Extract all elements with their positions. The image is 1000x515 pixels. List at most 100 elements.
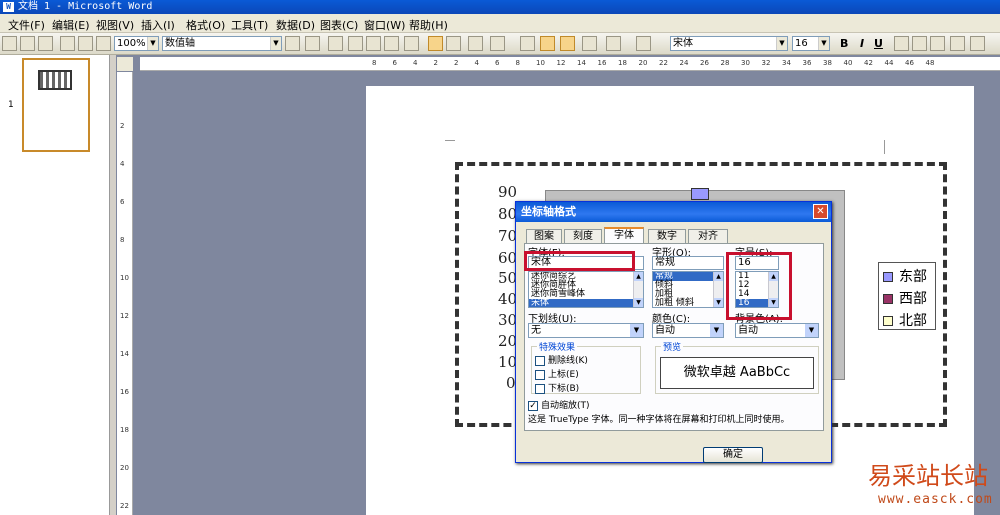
ruler-tick: 48 xyxy=(925,59,935,67)
dialog-title[interactable]: 坐标轴格式 xyxy=(516,202,831,222)
tab-number[interactable]: 数字 xyxy=(648,229,686,243)
menu-view[interactable]: 视图(V) xyxy=(96,17,134,33)
menu-window[interactable]: 窗口(W) xyxy=(364,17,405,33)
page-thumbnail[interactable] xyxy=(22,58,90,152)
format-selection-icon[interactable] xyxy=(285,36,300,51)
ruler-tick: 16 xyxy=(597,59,607,67)
help-icon[interactable] xyxy=(636,36,651,51)
legend-swatch xyxy=(883,272,893,282)
font-color-icon[interactable] xyxy=(606,36,621,51)
close-icon[interactable]: ✕ xyxy=(813,204,828,219)
print-icon[interactable] xyxy=(78,36,93,51)
ruler-tick: 38 xyxy=(823,59,832,67)
by-column-icon[interactable] xyxy=(446,36,461,51)
undo-icon[interactable] xyxy=(404,36,419,51)
value-axis-icon[interactable] xyxy=(560,36,575,51)
data-table-icon[interactable] xyxy=(468,36,483,51)
subscript-checkbox[interactable]: 下标(B) xyxy=(535,381,579,394)
chart-object-combo[interactable]: 数值轴 ▼ xyxy=(162,36,282,51)
open-icon[interactable] xyxy=(20,36,35,51)
gridline-icon[interactable] xyxy=(540,36,555,51)
menu-tools[interactable]: 工具(T) xyxy=(231,17,268,33)
superscript-checkbox[interactable]: 上标(E) xyxy=(535,367,579,380)
list-item[interactable]: 宋体 xyxy=(529,299,643,307)
menu-format[interactable]: 格式(O) xyxy=(186,17,225,33)
horizontal-ruler[interactable]: 8 6 4 2 2 4 6 8 10 12 14 16 18 20 22 24 26 28 30 32 34 36 38 40… xyxy=(140,57,1000,71)
percent-style-icon[interactable] xyxy=(950,36,965,51)
ruler-tick: 6 xyxy=(495,59,500,67)
strikethrough-checkbox[interactable]: 删除线(K) xyxy=(535,353,588,366)
cut-icon[interactable] xyxy=(348,36,363,51)
scrollbar[interactable]: ▲ ▼ xyxy=(713,272,723,307)
pane-splitter[interactable] xyxy=(110,55,116,515)
menu-help[interactable]: 帮助(H) xyxy=(409,17,448,33)
ok-button[interactable]: 确定 xyxy=(703,447,763,463)
ruler-tick: 20 xyxy=(638,59,648,67)
ruler-tick: 10 xyxy=(120,274,129,282)
ruler-tick: 28 xyxy=(720,59,730,67)
tab-font[interactable]: 字体 xyxy=(604,227,644,244)
effects-title: 特殊效果 xyxy=(537,340,578,353)
menu-file[interactable]: 文件(F) xyxy=(8,17,45,33)
menu-edit[interactable]: 编辑(E) xyxy=(52,17,90,33)
ruler-tick: 18 xyxy=(618,59,627,67)
column-chart-icon[interactable] xyxy=(520,36,535,51)
align-center-icon[interactable] xyxy=(912,36,927,51)
ruler-tick: 14 xyxy=(577,59,586,67)
save-icon[interactable] xyxy=(38,36,53,51)
font-size-combo[interactable]: 16 ▼ xyxy=(792,36,830,51)
print-preview-icon[interactable] xyxy=(96,36,111,51)
chart-wizard-icon[interactable] xyxy=(490,36,505,51)
align-right-icon[interactable] xyxy=(930,36,945,51)
new-doc-icon[interactable] xyxy=(2,36,17,51)
ruler-tick: 2 xyxy=(433,59,438,67)
fill-color-icon[interactable] xyxy=(582,36,597,51)
menu-data[interactable]: 数据(D) xyxy=(276,17,315,33)
ruler-tick: 6 xyxy=(120,198,125,206)
ruler-tick: 4 xyxy=(413,59,418,67)
tab-selector[interactable] xyxy=(117,57,133,71)
tab-alignment[interactable]: 对齐 xyxy=(688,229,728,243)
tab-patterns[interactable]: 图案 xyxy=(526,229,562,243)
font-style-field[interactable]: 常规 xyxy=(652,256,724,270)
font-style-list[interactable]: 常规 倾斜 加粗 加粗 倾斜 ▲ ▼ xyxy=(652,271,724,308)
auto-scale-checkbox[interactable]: ✓ 自动缩放(T) xyxy=(528,398,590,411)
italic-button[interactable]: I xyxy=(860,37,864,50)
ruler-tick: 34 xyxy=(782,59,791,67)
zoom-combo[interactable]: 100% ▼ xyxy=(114,36,159,51)
menu-chart[interactable]: 图表(C) xyxy=(320,17,358,33)
underline-select[interactable]: 无 ▼ xyxy=(528,323,644,338)
chart-type-icon[interactable] xyxy=(305,36,320,51)
scrollbar[interactable]: ▲ ▼ xyxy=(633,272,643,307)
toolbar: 100% ▼ 数值轴 ▼ 宋体 ▼ 16 ▼ B I U xyxy=(0,33,1000,55)
background-select[interactable]: 自动 ▼ xyxy=(735,323,819,338)
bold-button[interactable]: B xyxy=(840,37,848,50)
color-select[interactable]: 自动 ▼ xyxy=(652,323,724,338)
ruler-tick: 8 xyxy=(120,236,125,244)
menu-insert[interactable]: 插入(I) xyxy=(141,17,175,33)
data-bar[interactable] xyxy=(691,188,709,200)
title-bar: W 文档 1 - Microsoft Word xyxy=(0,0,1000,14)
font-name-combo[interactable]: 宋体 ▼ xyxy=(670,36,788,51)
align-left-icon[interactable] xyxy=(894,36,909,51)
permission-icon[interactable] xyxy=(60,36,75,51)
tab-scale[interactable]: 刻度 xyxy=(564,229,602,243)
underline-button[interactable]: U xyxy=(874,37,883,50)
format-axis-dialog: 坐标轴格式 ✕ 图案 刻度 字体 数字 对齐 字体(F): 宋体 迷你简综艺 迷… xyxy=(515,201,832,463)
paste-icon[interactable] xyxy=(384,36,399,51)
chart-legend[interactable]: 东部 西部 北部 xyxy=(878,262,936,330)
legend-swatch xyxy=(883,316,893,326)
legend-swatch xyxy=(883,294,893,304)
ruler-tick: 4 xyxy=(474,59,479,67)
vertical-ruler[interactable]: 2 4 6 8 10 12 14 16 18 20 22 xyxy=(117,72,133,515)
ruler-tick: 32 xyxy=(761,59,771,67)
ruler-tick: 6 xyxy=(392,59,397,67)
copy-icon[interactable] xyxy=(366,36,381,51)
comma-style-icon[interactable] xyxy=(970,36,985,51)
legend-icon[interactable] xyxy=(328,36,343,51)
ruler-tick: 18 xyxy=(120,426,129,434)
ruler-tick: 46 xyxy=(905,59,914,67)
font-name-list[interactable]: 迷你简综艺 迷你简胖体 迷你简雪峰体 宋体 ▲ ▼ xyxy=(528,271,644,308)
by-row-icon[interactable] xyxy=(428,36,443,51)
watermark: 易采站长站 www.easck.com xyxy=(868,456,998,512)
